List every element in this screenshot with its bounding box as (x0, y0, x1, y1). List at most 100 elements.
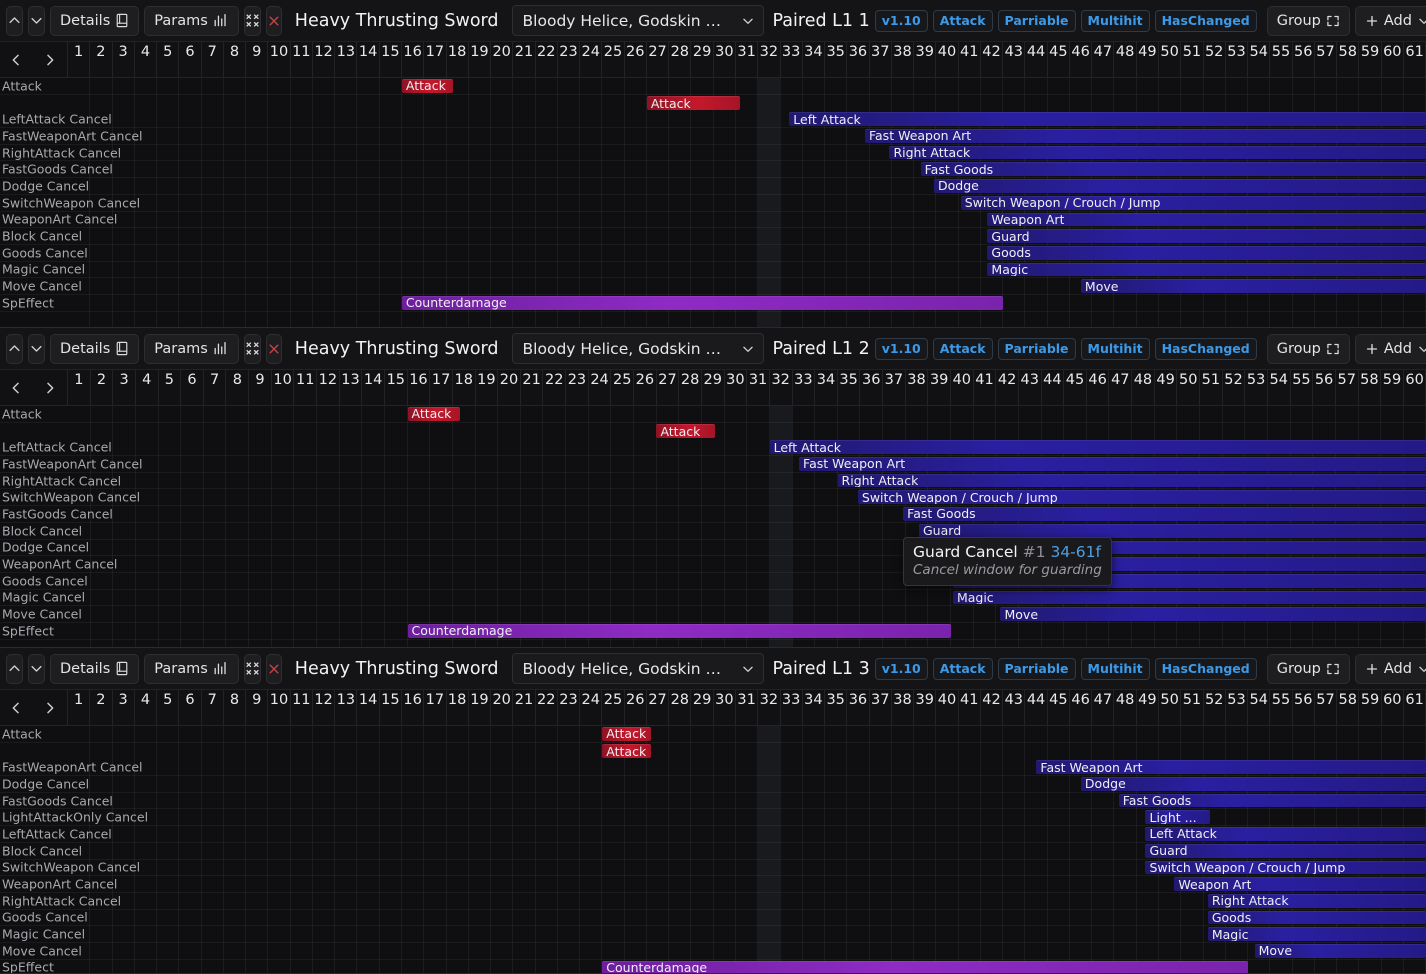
ruler-tick[interactable]: 6 (179, 42, 201, 77)
timeline-bar-cancel[interactable]: Switch Weapon / Crouch / Jump (961, 196, 1426, 210)
ruler-tick[interactable]: 34 (815, 370, 838, 405)
ruler-tick[interactable]: 57 (1315, 42, 1337, 77)
ruler-tick[interactable]: 38 (906, 370, 929, 405)
ruler-tick[interactable]: 51 (1181, 690, 1203, 725)
ruler-tick[interactable]: 12 (313, 690, 335, 725)
ruler-tick[interactable]: 40 (936, 690, 958, 725)
timeline-bar-cancel[interactable]: Fast Goods (921, 162, 1426, 176)
weapon-select[interactable]: Bloody Helice, Godskin Stitcher,... (512, 333, 764, 364)
timeline-bar-cancel[interactable]: Light ... (1145, 810, 1210, 824)
ruler-tick[interactable]: 7 (202, 690, 224, 725)
ruler-tick[interactable]: 31 (736, 690, 758, 725)
ruler-tick[interactable]: 27 (647, 42, 669, 77)
ruler-tick[interactable]: 6 (179, 690, 201, 725)
ruler-tick[interactable]: 41 (974, 370, 997, 405)
ruler-tick[interactable]: 14 (357, 42, 379, 77)
ruler-tick[interactable]: 26 (625, 42, 647, 77)
tag-multihit[interactable]: Multihit (1081, 338, 1150, 360)
ruler-tick[interactable]: 33 (781, 42, 803, 77)
ruler-tick[interactable]: 11 (291, 690, 313, 725)
ruler-tick[interactable]: 12 (317, 370, 340, 405)
add-button[interactable]: Add (1355, 654, 1426, 684)
close-panel-button[interactable] (266, 334, 282, 364)
ruler-tick[interactable]: 42 (996, 370, 1019, 405)
add-button[interactable]: Add (1355, 6, 1426, 36)
ruler-tick[interactable]: 44 (1042, 370, 1065, 405)
ruler-tick[interactable]: 29 (691, 42, 713, 77)
ruler-tick[interactable]: 58 (1359, 370, 1382, 405)
tag-haschanged[interactable]: HasChanged (1155, 10, 1257, 32)
ruler-tick[interactable]: 30 (725, 370, 748, 405)
ruler-tick[interactable]: 20 (491, 690, 513, 725)
next-frame-button[interactable] (34, 691, 66, 725)
ruler-tick[interactable]: 55 (1270, 690, 1292, 725)
ruler-tick[interactable]: 35 (838, 370, 861, 405)
ruler-tick[interactable]: 1 (68, 370, 91, 405)
timeline-bar-cancel[interactable]: Switch Weapon / Crouch / Jump (858, 490, 1426, 504)
ruler-tick[interactable]: 24 (580, 42, 602, 77)
ruler-tick[interactable]: 22 (536, 42, 558, 77)
move-down-button[interactable] (28, 654, 45, 684)
ruler-tick[interactable]: 37 (883, 370, 906, 405)
ruler-tick[interactable]: 48 (1132, 370, 1155, 405)
timeline-bar-cancel[interactable]: Fast Goods (903, 507, 1426, 521)
ruler-tick[interactable]: 11 (294, 370, 317, 405)
details-button[interactable]: Details (50, 334, 139, 364)
ruler-tick[interactable]: 1 (68, 42, 90, 77)
ruler-tick[interactable]: 39 (928, 370, 951, 405)
timeline-bar-cancel[interactable]: Guard (1145, 844, 1426, 858)
ruler-tick[interactable]: 3 (113, 690, 135, 725)
ruler-tick[interactable]: 41 (959, 42, 981, 77)
ruler-tick[interactable]: 43 (1003, 690, 1025, 725)
ruler-tick[interactable]: 40 (951, 370, 974, 405)
ruler-tick[interactable]: 5 (159, 370, 182, 405)
tag-parriable[interactable]: Parriable (998, 10, 1076, 32)
timeline-bar-cancel[interactable]: Weapon Art (987, 213, 1426, 227)
ruler-tick[interactable]: 53 (1245, 370, 1268, 405)
ruler-tick[interactable]: 23 (566, 370, 589, 405)
ruler-tick[interactable]: 3 (113, 42, 135, 77)
tag-parriable[interactable]: Parriable (998, 658, 1076, 680)
ruler-tick[interactable]: 17 (424, 690, 446, 725)
ruler-tick[interactable]: 2 (91, 370, 114, 405)
ruler-tick[interactable]: 46 (1070, 42, 1092, 77)
ruler-tick[interactable]: 7 (204, 370, 227, 405)
ruler-tick[interactable]: 48 (1114, 42, 1136, 77)
timeline-bar-cancel[interactable]: Move (1000, 607, 1426, 621)
ruler-tick[interactable]: 10 (268, 690, 290, 725)
ruler-tick[interactable]: 58 (1337, 690, 1359, 725)
ruler-tick[interactable]: 30 (714, 42, 736, 77)
ruler-tick[interactable]: 3 (113, 370, 136, 405)
ruler-tick[interactable]: 47 (1092, 690, 1114, 725)
timeline-bar-cancel[interactable]: Goods (1208, 911, 1426, 925)
timeline-bar-attack[interactable]: Attack (656, 424, 715, 439)
ruler-tick[interactable]: 48 (1114, 690, 1136, 725)
ruler-tick[interactable]: 35 (825, 42, 847, 77)
ruler-tick[interactable]: 61 (1404, 690, 1426, 725)
ruler-tick[interactable]: 29 (691, 690, 713, 725)
add-button[interactable]: Add (1355, 334, 1426, 364)
collapse-button[interactable] (244, 334, 261, 364)
ruler-tick[interactable]: 55 (1270, 42, 1292, 77)
ruler-tick[interactable]: 59 (1359, 690, 1381, 725)
tag-multihit[interactable]: Multihit (1081, 658, 1150, 680)
timeline-bar-cancel[interactable]: Dodge (934, 179, 1426, 193)
timeline-bar-cancel[interactable]: Goods (987, 246, 1426, 260)
timeline-bar-cancel[interactable]: Fast Weapon Art (1036, 760, 1426, 774)
ruler-tick[interactable]: 58 (1337, 42, 1359, 77)
tag-v1.10[interactable]: v1.10 (875, 658, 928, 680)
timeline-bar-cancel[interactable]: Right Attack (838, 474, 1426, 488)
ruler-tick[interactable]: 23 (558, 42, 580, 77)
ruler-tick[interactable]: 8 (226, 370, 249, 405)
ruler-tick[interactable]: 19 (469, 690, 491, 725)
ruler-tick[interactable]: 54 (1248, 42, 1270, 77)
ruler-tick[interactable]: 22 (536, 690, 558, 725)
ruler-tick[interactable]: 37 (870, 42, 892, 77)
tag-haschanged[interactable]: HasChanged (1155, 338, 1257, 360)
ruler-tick[interactable]: 38 (892, 690, 914, 725)
tag-parriable[interactable]: Parriable (998, 338, 1076, 360)
move-up-button[interactable] (6, 334, 23, 364)
timeline-bar-cancel[interactable]: Fast Goods (1119, 794, 1426, 808)
ruler-tick[interactable]: 39 (914, 690, 936, 725)
tag-v1.10[interactable]: v1.10 (875, 338, 928, 360)
